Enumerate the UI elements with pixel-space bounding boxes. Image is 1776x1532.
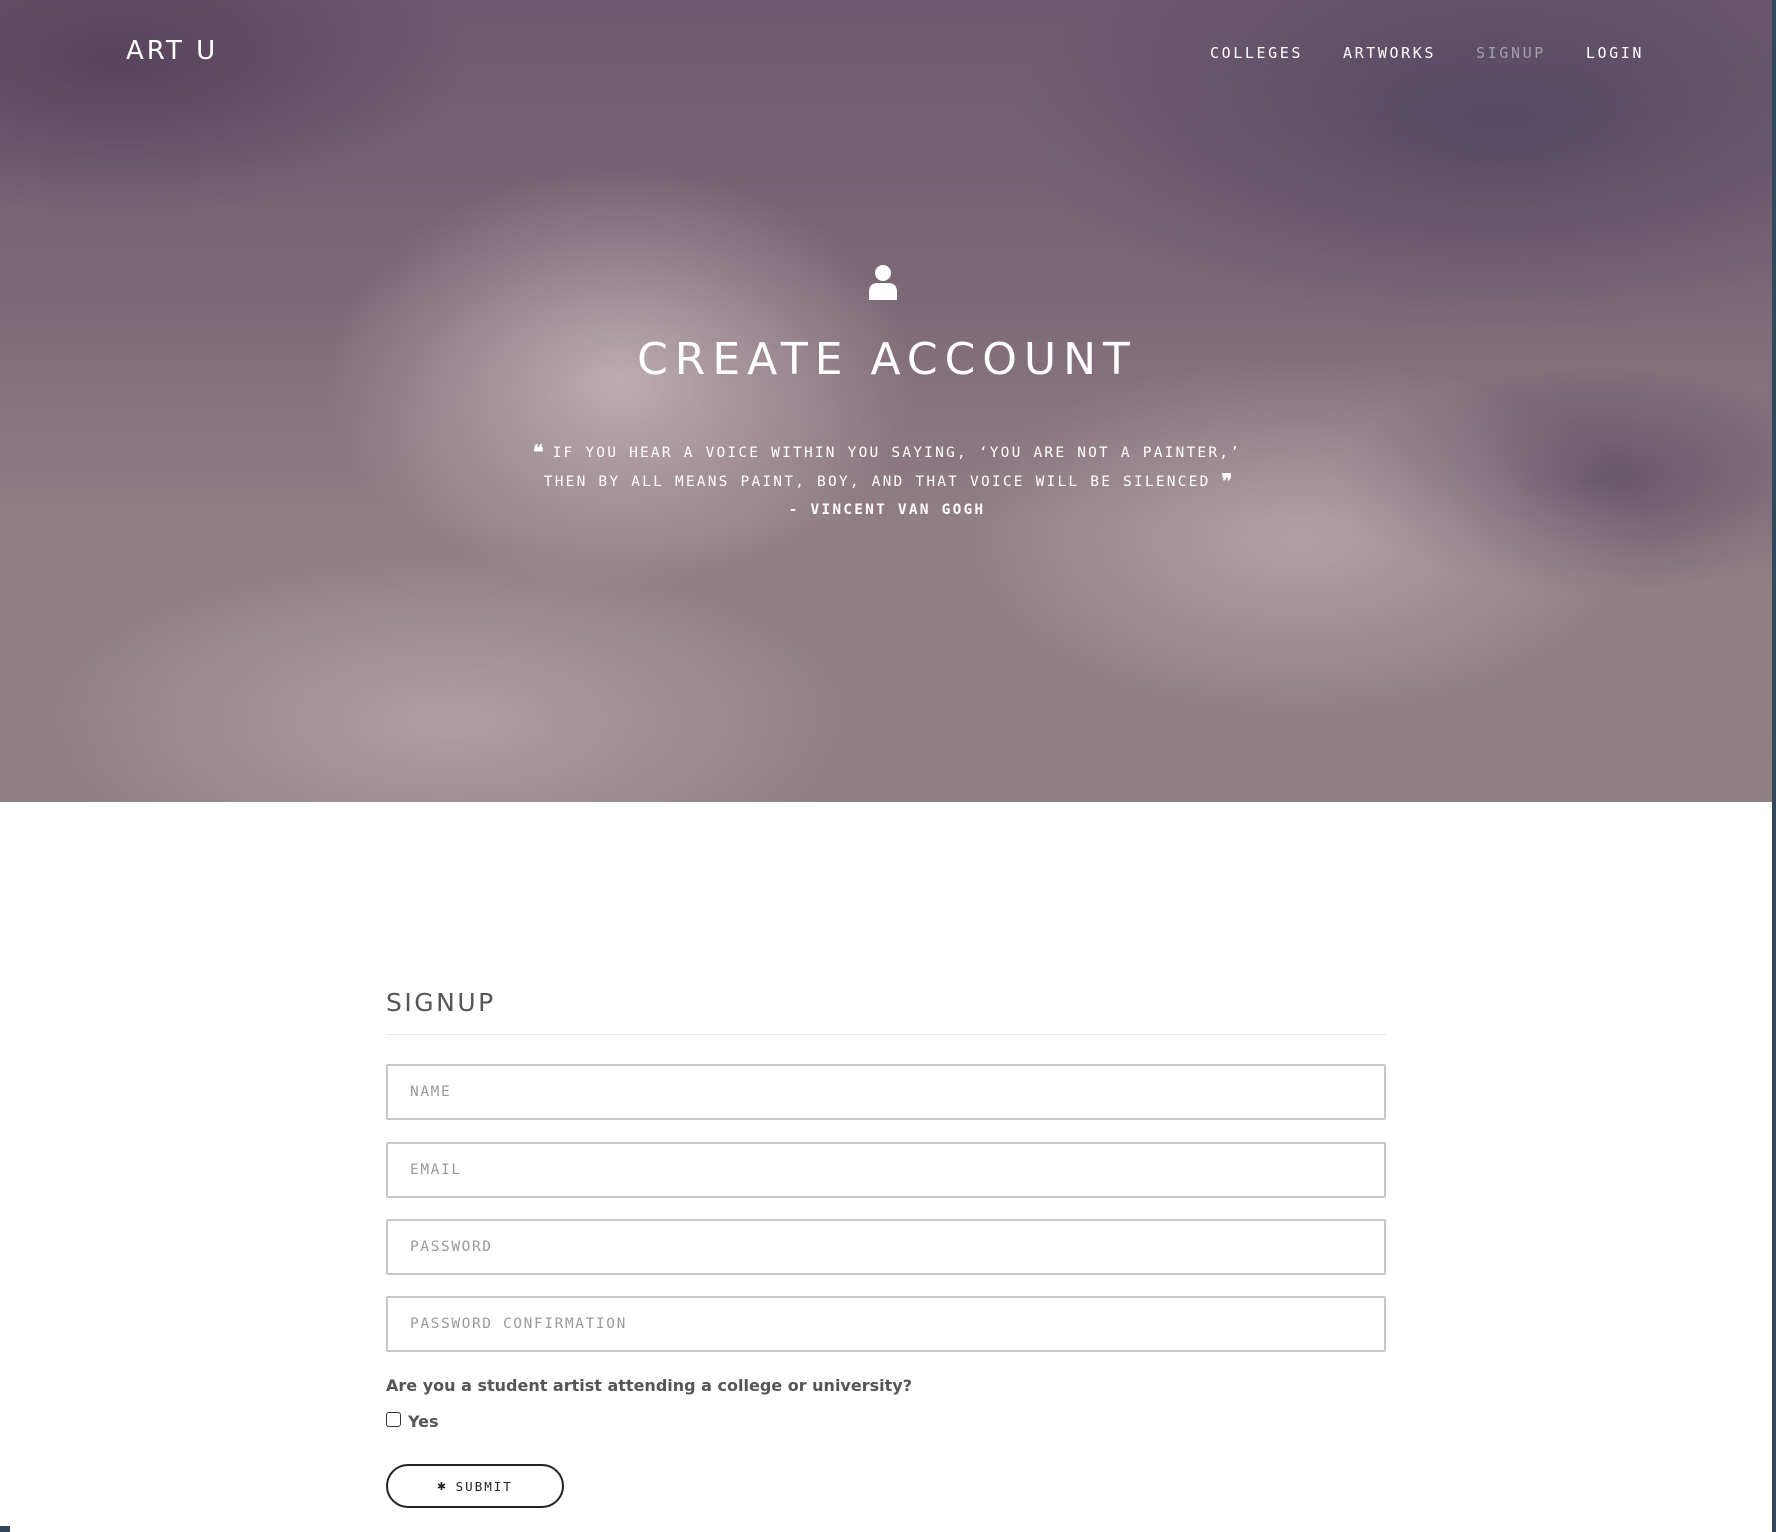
submit-button[interactable]: ✱ SUBMIT: [386, 1464, 564, 1508]
form-title: SIGNUP: [386, 988, 496, 1017]
submit-label: SUBMIT: [455, 1478, 513, 1494]
email-field[interactable]: [386, 1142, 1386, 1198]
brand-logo[interactable]: ART U: [126, 36, 218, 66]
quote-text-2: THEN BY ALL MEANS PAINT, BOY, AND THAT V…: [543, 474, 1211, 490]
quote-line-2: THEN BY ALL MEANS PAINT, BOY, AND THAT V…: [0, 467, 1774, 496]
open-quote-icon: ❝: [532, 440, 544, 464]
student-question: Are you a student artist attending a col…: [386, 1376, 912, 1395]
student-checkbox-label[interactable]: Yes: [408, 1412, 439, 1431]
main-nav: COLLEGES ARTWORKS SIGNUP LOGIN: [1170, 44, 1644, 62]
gear-icon: ✱: [437, 1478, 448, 1494]
nav-item-signup[interactable]: SIGNUP: [1476, 44, 1546, 62]
password-field[interactable]: [386, 1219, 1386, 1275]
hero-quote: ❝ IF YOU HEAR A VOICE WITHIN YOU SAYING,…: [0, 438, 1774, 524]
student-checkbox[interactable]: [386, 1412, 401, 1427]
nav-item-login[interactable]: LOGIN: [1586, 44, 1644, 62]
form-divider: [386, 1034, 1386, 1035]
page-title: CREATE ACCOUNT: [637, 334, 1137, 385]
nav-item-colleges[interactable]: COLLEGES: [1210, 44, 1303, 62]
quote-line-1: ❝ IF YOU HEAR A VOICE WITHIN YOU SAYING,…: [0, 438, 1774, 467]
name-field[interactable]: [386, 1064, 1386, 1120]
nav-item-artworks[interactable]: ARTWORKS: [1343, 44, 1436, 62]
page-edge: [1772, 0, 1776, 1532]
page-edge-corner: [0, 1526, 10, 1532]
password-confirmation-field[interactable]: [386, 1296, 1386, 1352]
close-quote-icon: ❞: [1221, 469, 1232, 493]
quote-text-1: IF YOU HEAR A VOICE WITHIN YOU SAYING, ‘…: [552, 445, 1242, 461]
hero-banner: [0, 0, 1774, 802]
quote-author: - VINCENT VAN GOGH: [788, 502, 986, 518]
user-icon: [869, 265, 897, 300]
